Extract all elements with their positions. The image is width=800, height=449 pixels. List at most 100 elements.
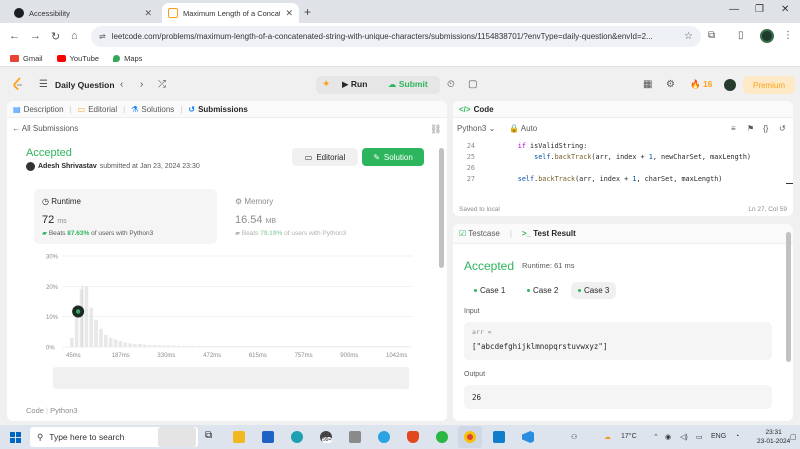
brackets-icon[interactable]: {} [763, 124, 768, 133]
extensions-icon[interactable]: ⧉ [708, 30, 715, 41]
submission-author: Adesh Shrivastav submitted at Jan 23, 20… [26, 162, 200, 171]
shuffle-icon[interactable]: ⤮ [158, 79, 166, 90]
daily-question-title[interactable]: Daily Question [55, 80, 115, 90]
code-line[interactable]: 24 if isValidString: [453, 142, 793, 153]
bookmark-gmail[interactable]: Gmail [10, 54, 43, 63]
prev-question-icon[interactable]: ‹ [120, 79, 123, 90]
temperature[interactable]: 17°C [621, 433, 637, 440]
wifi-icon[interactable]: ◔ [735, 433, 739, 440]
problem-list-icon[interactable]: ☰ [39, 79, 48, 90]
tab-divider: | [509, 229, 512, 238]
case-3-tab[interactable]: Case 3 [571, 282, 617, 299]
vscode-icon[interactable] [522, 431, 534, 443]
code-tab-label[interactable]: Code [26, 406, 44, 415]
tray-chevron-icon[interactable]: ⌃ [653, 433, 659, 441]
auto-mode-toggle[interactable]: 🔒 Auto [509, 124, 537, 133]
tab-test-result[interactable]: >_ Test Result [522, 229, 576, 238]
solution-button[interactable]: ✎ Solution [362, 148, 424, 166]
layout-icon[interactable]: ▦ [643, 79, 652, 90]
author-avatar[interactable] [26, 162, 35, 171]
home-icon[interactable]: ⌂ [71, 30, 78, 42]
code-line[interactable]: 27 self.backTrack(arr, index + 1, charSe… [453, 175, 793, 186]
network-icon[interactable]: ◉ [665, 433, 671, 441]
tab-solutions[interactable]: ⚗ Solutions [131, 105, 174, 114]
runtime-card[interactable]: ◷ Runtime 72 ms ▰ Beats 87.63% of users … [34, 189, 217, 244]
share-link-icon[interactable]: ⛓ [430, 124, 441, 135]
language-indicator[interactable]: ENG [711, 433, 726, 440]
output-box[interactable]: 26 [464, 385, 772, 409]
code-line[interactable]: 26 [453, 164, 793, 175]
distribution-bar [303, 346, 307, 347]
timer-icon[interactable]: ⏲ [447, 79, 455, 90]
close-icon[interactable]: ✕ [285, 8, 293, 19]
left-scrollbar-thumb[interactable] [439, 148, 444, 268]
snipping-tool-icon[interactable] [349, 431, 361, 443]
run-button[interactable]: ▶ Run [342, 79, 367, 90]
star-icon[interactable]: ☆ [684, 31, 693, 42]
streak-counter[interactable]: 🔥 16 [690, 79, 712, 90]
battery-icon[interactable]: ▭ [696, 433, 703, 441]
edge-icon[interactable] [291, 431, 303, 443]
address-bar[interactable]: ⇌ leetcode.com/problems/maximum-length-o… [91, 26, 701, 47]
code-line[interactable]: 25 self.backTrack(arr, index + 1, newCha… [453, 153, 793, 164]
next-question-icon[interactable]: › [140, 79, 143, 90]
right-scrollbar-thumb[interactable] [786, 232, 791, 362]
site-info-icon[interactable]: ⇌ [99, 32, 106, 41]
menu-dots-icon[interactable]: ⋮ [783, 30, 793, 41]
case-2-tab[interactable]: Case 2 [520, 282, 565, 299]
volume-icon[interactable]: ◁) [680, 433, 688, 441]
profile-avatar[interactable] [760, 29, 774, 43]
file-explorer-icon[interactable] [233, 431, 245, 443]
submit-button[interactable]: ☁ Submit [388, 79, 428, 90]
distribution-bar [259, 346, 264, 347]
reload-icon[interactable]: ↻ [51, 30, 60, 43]
case-1-tab[interactable]: Case 1 [467, 282, 512, 299]
store-icon[interactable] [262, 431, 274, 443]
tab-submissions[interactable]: ↺ Submissions [188, 105, 248, 114]
chrome-icon[interactable] [464, 431, 476, 443]
all-submissions-link[interactable]: ← All Submissions [12, 124, 78, 133]
bookmark-icon[interactable]: ⚑ [747, 124, 754, 133]
notification-icon[interactable]: ▢ [790, 433, 797, 441]
chart-range-slider[interactable] [53, 367, 409, 389]
forward-arrow-icon[interactable]: → [30, 30, 41, 42]
weather-icon[interactable]: ☁ [604, 433, 611, 441]
code-panel-title: Code [473, 104, 494, 114]
leetcode-logo-icon[interactable] [12, 77, 24, 91]
debug-icon[interactable]: ✦ [322, 79, 330, 90]
tab-editorial[interactable]: ▭ Editorial [78, 105, 117, 114]
memory-label[interactable]: ⚙ Memory [235, 197, 273, 206]
remote-desktop-icon[interactable] [493, 431, 505, 443]
format-icon[interactable]: ≡ [731, 124, 736, 133]
language-select[interactable]: Python3 ⌄ [457, 124, 495, 133]
restore-icon[interactable]: ❐ [755, 4, 764, 15]
new-tab-button[interactable]: + [304, 5, 311, 19]
minimize-icon[interactable]: — [729, 4, 739, 15]
telegram-icon[interactable] [378, 431, 390, 443]
browser-tab-leetcode[interactable]: Maximum Length of a Concate ✕ [162, 3, 299, 23]
notes-icon[interactable]: ▢ [468, 79, 477, 90]
tab-testcase[interactable]: ☑ Testcase [459, 229, 500, 238]
premium-button[interactable]: Premium [743, 76, 795, 94]
reset-icon[interactable]: ↺ [779, 124, 786, 133]
author-name[interactable]: Adesh Shrivastav [38, 163, 97, 170]
user-avatar[interactable] [724, 79, 736, 91]
input-box[interactable]: arr = ["abcdefghijklmnopqrstuvwxyz"] [464, 322, 772, 360]
close-icon[interactable]: ✕ [144, 8, 152, 19]
bookmark-youtube[interactable]: YouTube [56, 54, 99, 63]
distribution-bar [142, 344, 147, 347]
people-icon[interactable]: ⚇ [571, 433, 577, 441]
task-view-icon[interactable]: ⧉ [205, 430, 217, 442]
settings-gear-icon[interactable]: ⚙ [666, 79, 675, 90]
bookmark-maps[interactable]: Maps [113, 54, 142, 63]
sidebar-icon[interactable]: ▯ [738, 30, 744, 41]
brave-icon[interactable] [407, 431, 419, 443]
close-window-icon[interactable]: ✕ [781, 4, 789, 15]
back-arrow-icon[interactable]: ← [9, 30, 20, 42]
editorial-button[interactable]: ▭ Editorial [292, 148, 358, 166]
browser-tab-accessibility[interactable]: Accessibility ✕ [8, 3, 158, 23]
whatsapp-icon[interactable] [436, 431, 448, 443]
windows-start-icon[interactable] [10, 432, 21, 443]
taskbar-clock[interactable]: 23:31 23-01-2024 [757, 428, 790, 446]
tab-description[interactable]: ▤ Description [13, 105, 64, 114]
